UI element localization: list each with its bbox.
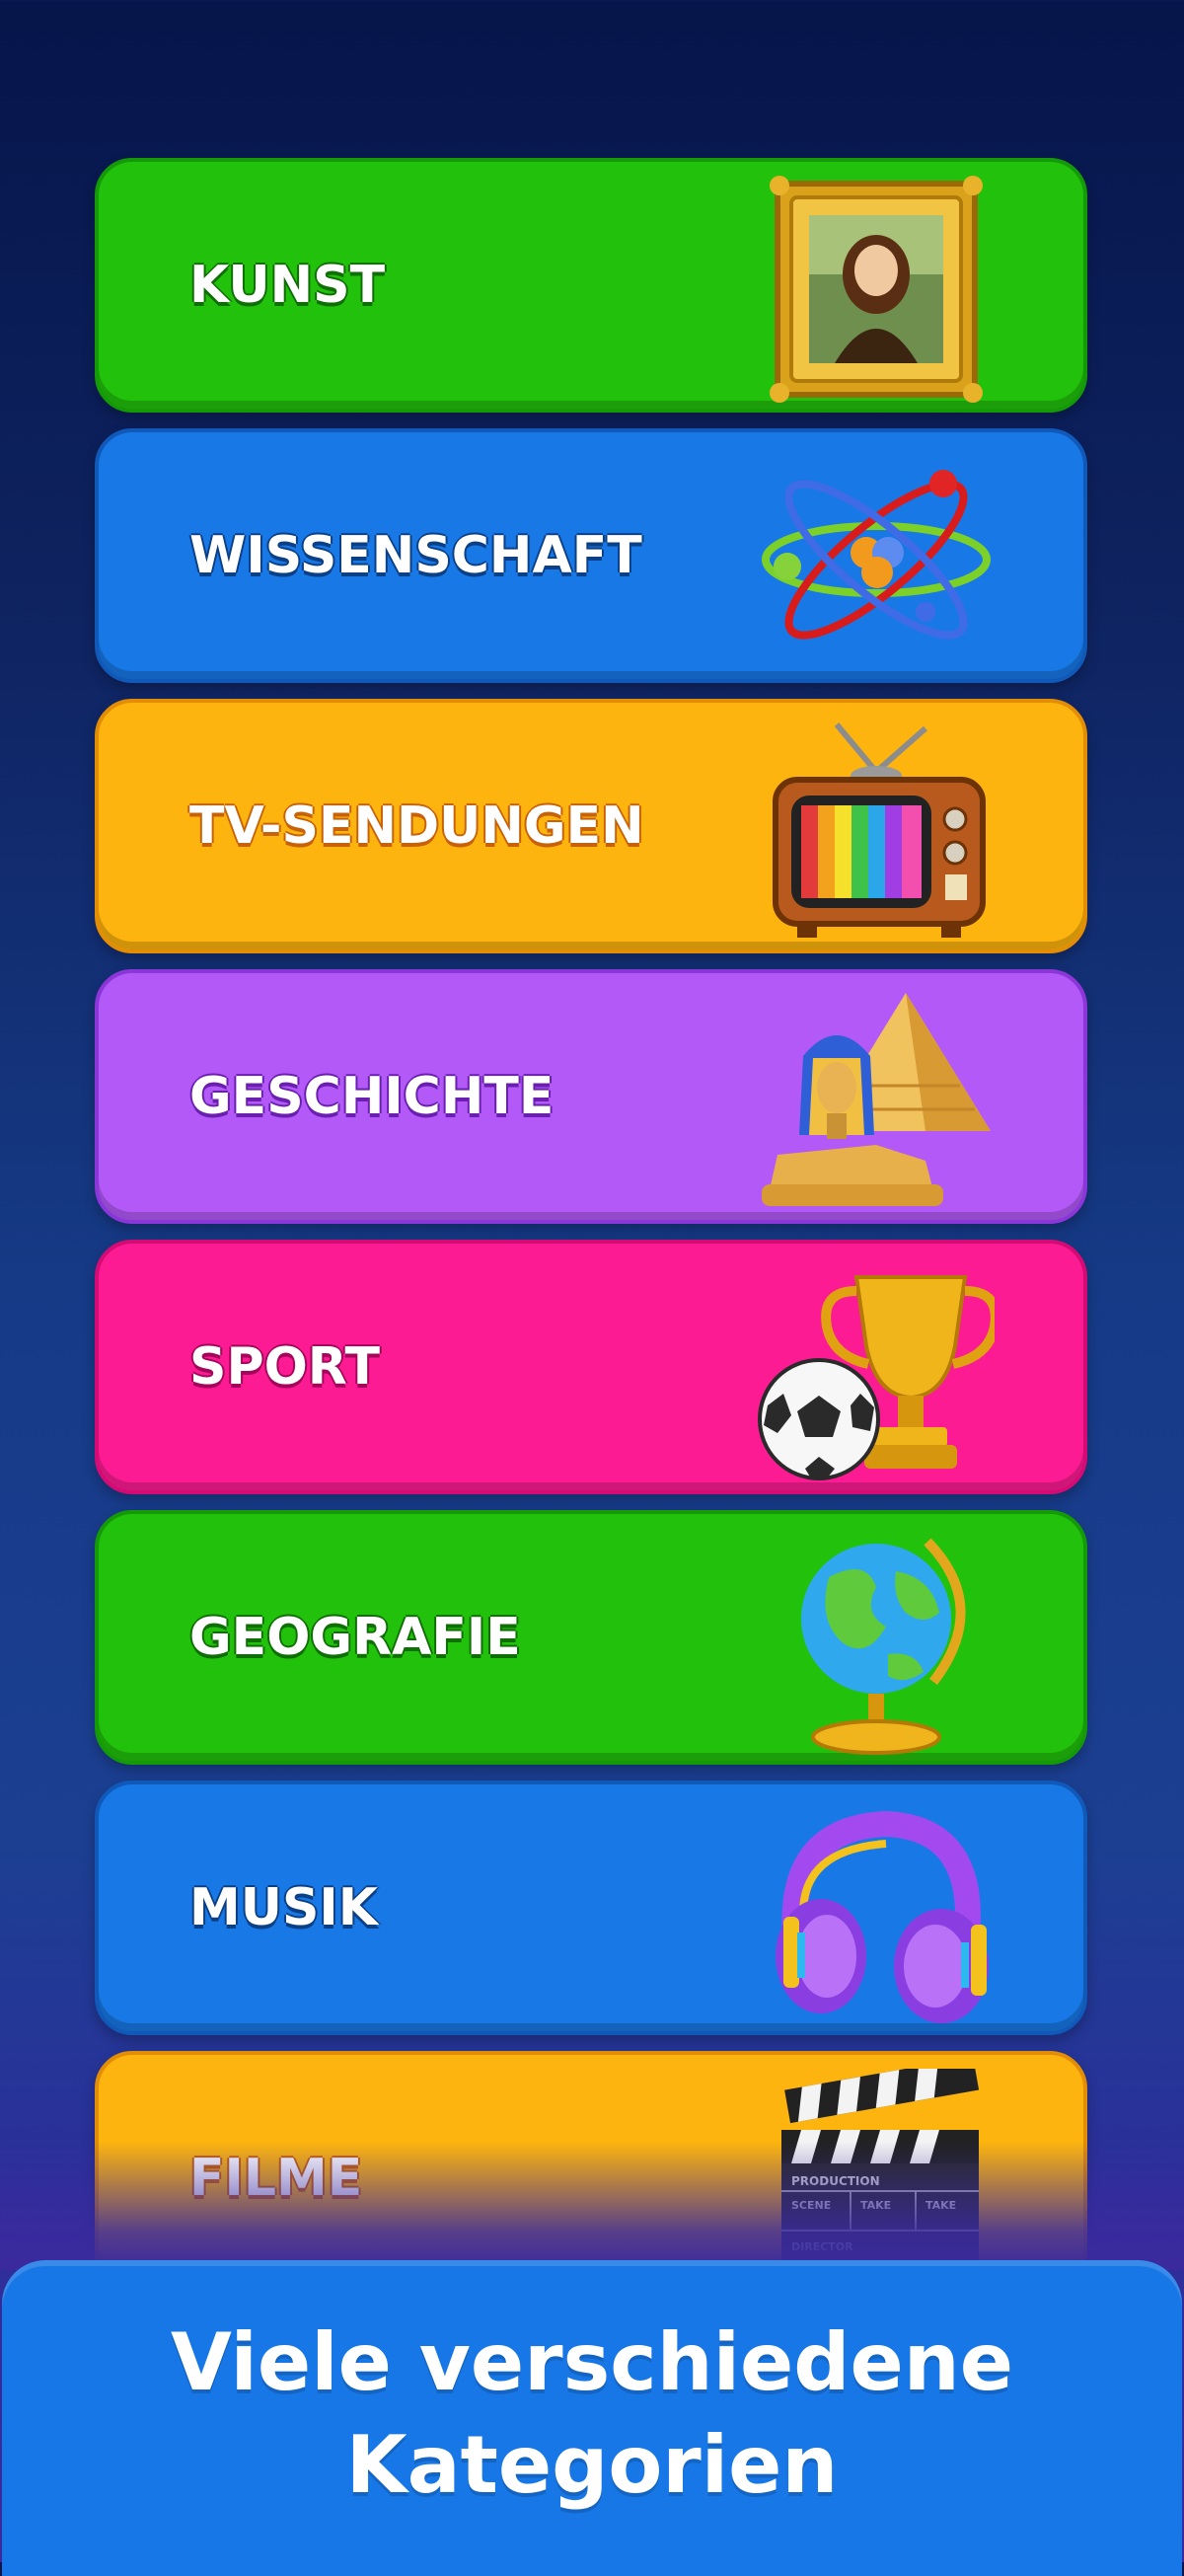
category-card-musik[interactable]: MUSIK (95, 1780, 1087, 2035)
category-label: KUNST (189, 256, 386, 315)
category-label: GESCHICHTE (189, 1067, 555, 1126)
category-card-wissenschaft[interactable]: WISSENSCHAFT (95, 428, 1087, 683)
category-label: FILME (189, 2149, 363, 2208)
framed-painting-icon (770, 176, 983, 403)
category-label: GEOGRAFIE (189, 1608, 521, 1667)
category-card-sport[interactable]: SPORT (95, 1240, 1087, 1494)
clapper-scene-text: SCENE (791, 2199, 831, 2212)
headphones-icon (776, 1810, 989, 2023)
category-label: TV-SENDUNGEN (189, 796, 644, 856)
trophy-football-icon (758, 1275, 995, 1480)
bottom-banner: Viele verschiedene Kategorien (2, 2260, 1182, 2576)
retro-tv-icon (773, 722, 986, 938)
clapper-take-text: TAKE (860, 2199, 891, 2212)
banner-headline-line2: Kategorien (345, 2419, 839, 2511)
globe-icon (801, 1538, 966, 1755)
category-card-kunst[interactable]: KUNST (95, 158, 1087, 413)
clapper-director-text: DIRECTOR (791, 2240, 853, 2253)
category-card-geschichte[interactable]: GESCHICHTE (95, 969, 1087, 1224)
clapper-production-text: PRODUCTION (791, 2174, 880, 2188)
category-card-geografie[interactable]: GEOGRAFIE (95, 1510, 1087, 1765)
sphinx-pyramid-icon (762, 993, 991, 1206)
category-card-tv-sendungen[interactable]: TV-SENDUNGEN (95, 699, 1087, 953)
category-label: WISSENSCHAFT (189, 526, 642, 585)
atom-icon (762, 470, 991, 640)
category-label: SPORT (189, 1337, 380, 1397)
category-label: MUSIK (189, 1878, 379, 1937)
clapper-take-text: TAKE (925, 2199, 956, 2212)
banner-headline-line1: Viele verschiedene (171, 2316, 1013, 2408)
